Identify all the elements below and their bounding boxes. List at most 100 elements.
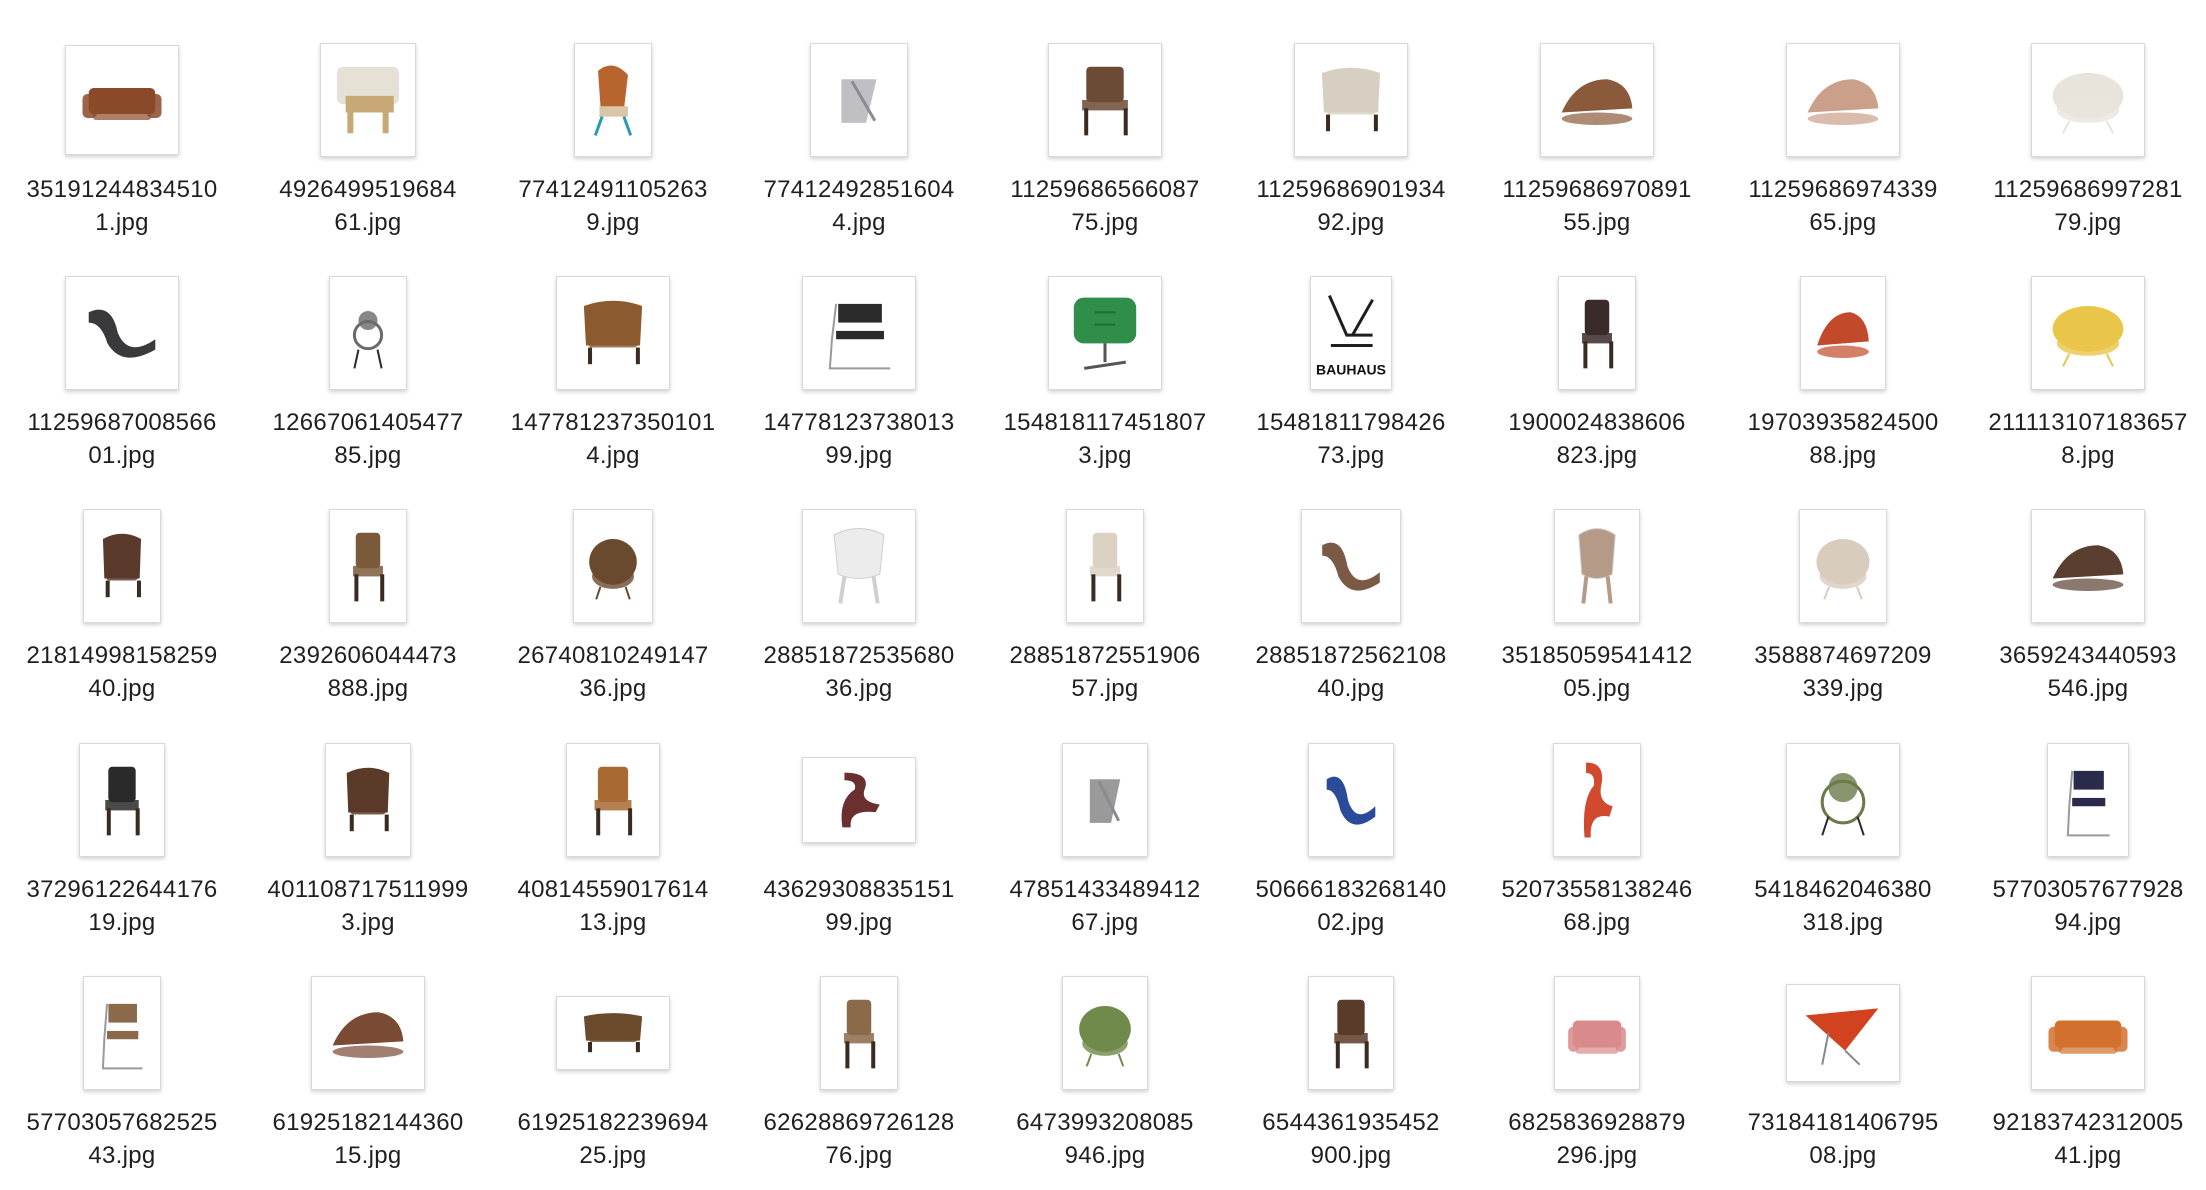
file-item[interactable]: 11259687008566 01.jpg [2, 271, 242, 472]
file-name[interactable]: 40814559017614 13.jpg [493, 873, 733, 939]
dining-chair-icon[interactable] [1048, 43, 1162, 157]
file-item[interactable]: 6544361935452 900.jpg [1231, 971, 1471, 1172]
file-name[interactable]: 57703057677928 94.jpg [1968, 873, 2206, 939]
file-item[interactable]: 37296122644176 19.jpg [2, 738, 242, 939]
boucle-armchair-icon[interactable] [2031, 43, 2145, 157]
file-item[interactable]: 50666183268140 02.jpg [1231, 738, 1471, 939]
file-name[interactable]: 28851872551906 57.jpg [985, 639, 1225, 705]
green-swivel-chair-icon[interactable] [1048, 276, 1162, 390]
bauhaus-poster-icon[interactable]: BAUHAUS [1310, 276, 1392, 390]
sculpted-wood-chair-icon[interactable] [556, 996, 670, 1070]
wooden-armchair-icon[interactable] [556, 276, 670, 390]
file-item[interactable]: 28851872551906 57.jpg [985, 504, 1225, 705]
file-name[interactable]: 50666183268140 02.jpg [1231, 873, 1471, 939]
file-item[interactable]: BAUHAUS 15481811798426 73.jpg [1231, 271, 1471, 472]
file-item[interactable]: 14778123738013 99.jpg [739, 271, 979, 472]
file-name[interactable]: 3588874697209 339.jpg [1723, 639, 1963, 705]
red-s-chair-icon[interactable] [1553, 743, 1641, 857]
file-item[interactable]: 61925182144360 15.jpg [248, 971, 488, 1172]
round-back-dining-chair-icon[interactable] [1066, 509, 1144, 623]
angular-chair-icon[interactable] [79, 743, 165, 857]
file-name[interactable]: 61925182144360 15.jpg [248, 1106, 488, 1172]
white-shell-chair-icon[interactable] [802, 509, 916, 623]
file-name[interactable]: 28851872535680 36.jpg [739, 639, 979, 705]
file-name[interactable]: 154818117451807 3.jpg [985, 406, 1225, 472]
file-name[interactable]: 19703935824500 88.jpg [1723, 406, 1963, 472]
file-name[interactable]: 15481811798426 73.jpg [1231, 406, 1471, 472]
file-name[interactable]: 28851872562108 40.jpg [1231, 639, 1471, 705]
file-name[interactable]: 1900024838606 823.jpg [1477, 406, 1717, 472]
file-item[interactable]: 21814998158259 40.jpg [2, 504, 242, 705]
blue-wave-chair-icon[interactable] [1308, 743, 1394, 857]
file-name[interactable]: 11259686997281 79.jpg [1968, 173, 2206, 239]
file-item[interactable]: 12667061405477 85.jpg [248, 271, 488, 472]
file-item[interactable]: 77412491105263 9.jpg [493, 38, 733, 239]
wooden-lounge-chair-icon[interactable] [320, 43, 416, 157]
file-name[interactable]: 5418462046380 318.jpg [1723, 873, 1963, 939]
file-name[interactable]: 35191244834510 1.jpg [2, 173, 242, 239]
file-name[interactable]: 6473993208085 946.jpg [985, 1106, 1225, 1172]
file-name[interactable]: 57703057682525 43.jpg [2, 1106, 242, 1172]
file-item[interactable]: 28851872535680 36.jpg [739, 504, 979, 705]
file-item[interactable]: 6473993208085 946.jpg [985, 971, 1225, 1172]
file-name[interactable]: 92183742312005 41.jpg [1968, 1106, 2206, 1172]
file-item[interactable]: 19703935824500 88.jpg [1723, 271, 1963, 472]
file-name[interactable]: 401108717511999 3.jpg [248, 873, 488, 939]
curved-lounge-chair-icon[interactable] [65, 276, 179, 390]
plain-wood-chair-icon[interactable] [1308, 976, 1394, 1090]
file-item[interactable]: 401108717511999 3.jpg [248, 738, 488, 939]
file-item[interactable]: 26740810249147 36.jpg [493, 504, 733, 705]
file-item[interactable]: 3659243440593 546.jpg [1968, 504, 2206, 705]
file-name[interactable]: 6825836928879 296.jpg [1477, 1106, 1717, 1172]
file-name[interactable]: 47851433489412 67.jpg [985, 873, 1225, 939]
shell-lounge-chair-icon[interactable] [1786, 43, 1900, 157]
file-name[interactable]: 77412492851604 4.jpg [739, 173, 979, 239]
file-item[interactable]: 73184181406795 08.jpg [1723, 971, 1963, 1172]
ring-chair-icon[interactable] [1786, 743, 1900, 857]
file-name[interactable]: 11259686974339 65.jpg [1723, 173, 1963, 239]
file-name[interactable]: 14778123738013 99.jpg [739, 406, 979, 472]
file-item[interactable]: 92183742312005 41.jpg [1968, 971, 2206, 1172]
file-name[interactable]: 3659243440593 546.jpg [1968, 639, 2206, 705]
orange-armchair-icon[interactable] [2031, 976, 2145, 1090]
egg-chair-icon[interactable] [573, 509, 653, 623]
file-item[interactable]: 3588874697209 339.jpg [1723, 504, 1963, 705]
file-item[interactable]: 28851872562108 40.jpg [1231, 504, 1471, 705]
pink-armchair-icon[interactable] [1554, 976, 1640, 1090]
minimal-wood-chair-icon[interactable] [820, 976, 898, 1090]
file-item[interactable]: 11259686566087 75.jpg [985, 38, 1225, 239]
file-item[interactable]: 11259686901934 92.jpg [1231, 38, 1471, 239]
file-name[interactable]: 77412491105263 9.jpg [493, 173, 733, 239]
leather-club-chair-icon[interactable] [65, 45, 179, 155]
cantilever-chair-icon[interactable] [802, 276, 916, 390]
file-name[interactable]: 61925182239694 25.jpg [493, 1106, 733, 1172]
abstract-lounge-icon[interactable] [2031, 509, 2145, 623]
file-item[interactable]: 57703057677928 94.jpg [1968, 738, 2206, 939]
file-item[interactable]: 2392606044473 888.jpg [248, 504, 488, 705]
file-item[interactable]: 47851433489412 67.jpg [985, 738, 1225, 939]
file-name[interactable]: 6544361935452 900.jpg [1231, 1106, 1471, 1172]
stool-chair-icon[interactable] [566, 743, 660, 857]
file-name[interactable]: 73184181406795 08.jpg [1723, 1106, 1963, 1172]
twisted-stool-icon[interactable] [810, 43, 908, 157]
tubular-chair-icon[interactable] [2047, 743, 2129, 857]
moss-chair-icon[interactable] [1062, 976, 1148, 1090]
file-name[interactable]: 21814998158259 40.jpg [2, 639, 242, 705]
sculptural-chair-icon[interactable] [329, 276, 407, 390]
file-item[interactable]: 52073558138246 68.jpg [1477, 738, 1717, 939]
geometric-chair-icon[interactable] [1062, 743, 1148, 857]
file-item[interactable]: 6825836928879 296.jpg [1477, 971, 1717, 1172]
file-item[interactable]: 5418462046380 318.jpg [1723, 738, 1963, 939]
frame-lounge-chair-icon[interactable] [83, 976, 161, 1090]
reclining-chair-icon[interactable] [311, 976, 425, 1090]
tall-back-chair-icon[interactable] [329, 509, 407, 623]
file-item[interactable]: 40814559017614 13.jpg [493, 738, 733, 939]
file-item[interactable]: 154818117451807 3.jpg [985, 271, 1225, 472]
sling-armchair-icon[interactable] [83, 509, 161, 623]
file-item[interactable]: 11259686997281 79.jpg [1968, 38, 2206, 239]
file-name[interactable]: 52073558138246 68.jpg [1477, 873, 1717, 939]
file-item[interactable]: 11259686970891 55.jpg [1477, 38, 1717, 239]
folding-chair-icon[interactable] [325, 743, 411, 857]
file-name[interactable]: 12667061405477 85.jpg [248, 406, 488, 472]
file-item[interactable]: 62628869726128 76.jpg [739, 971, 979, 1172]
